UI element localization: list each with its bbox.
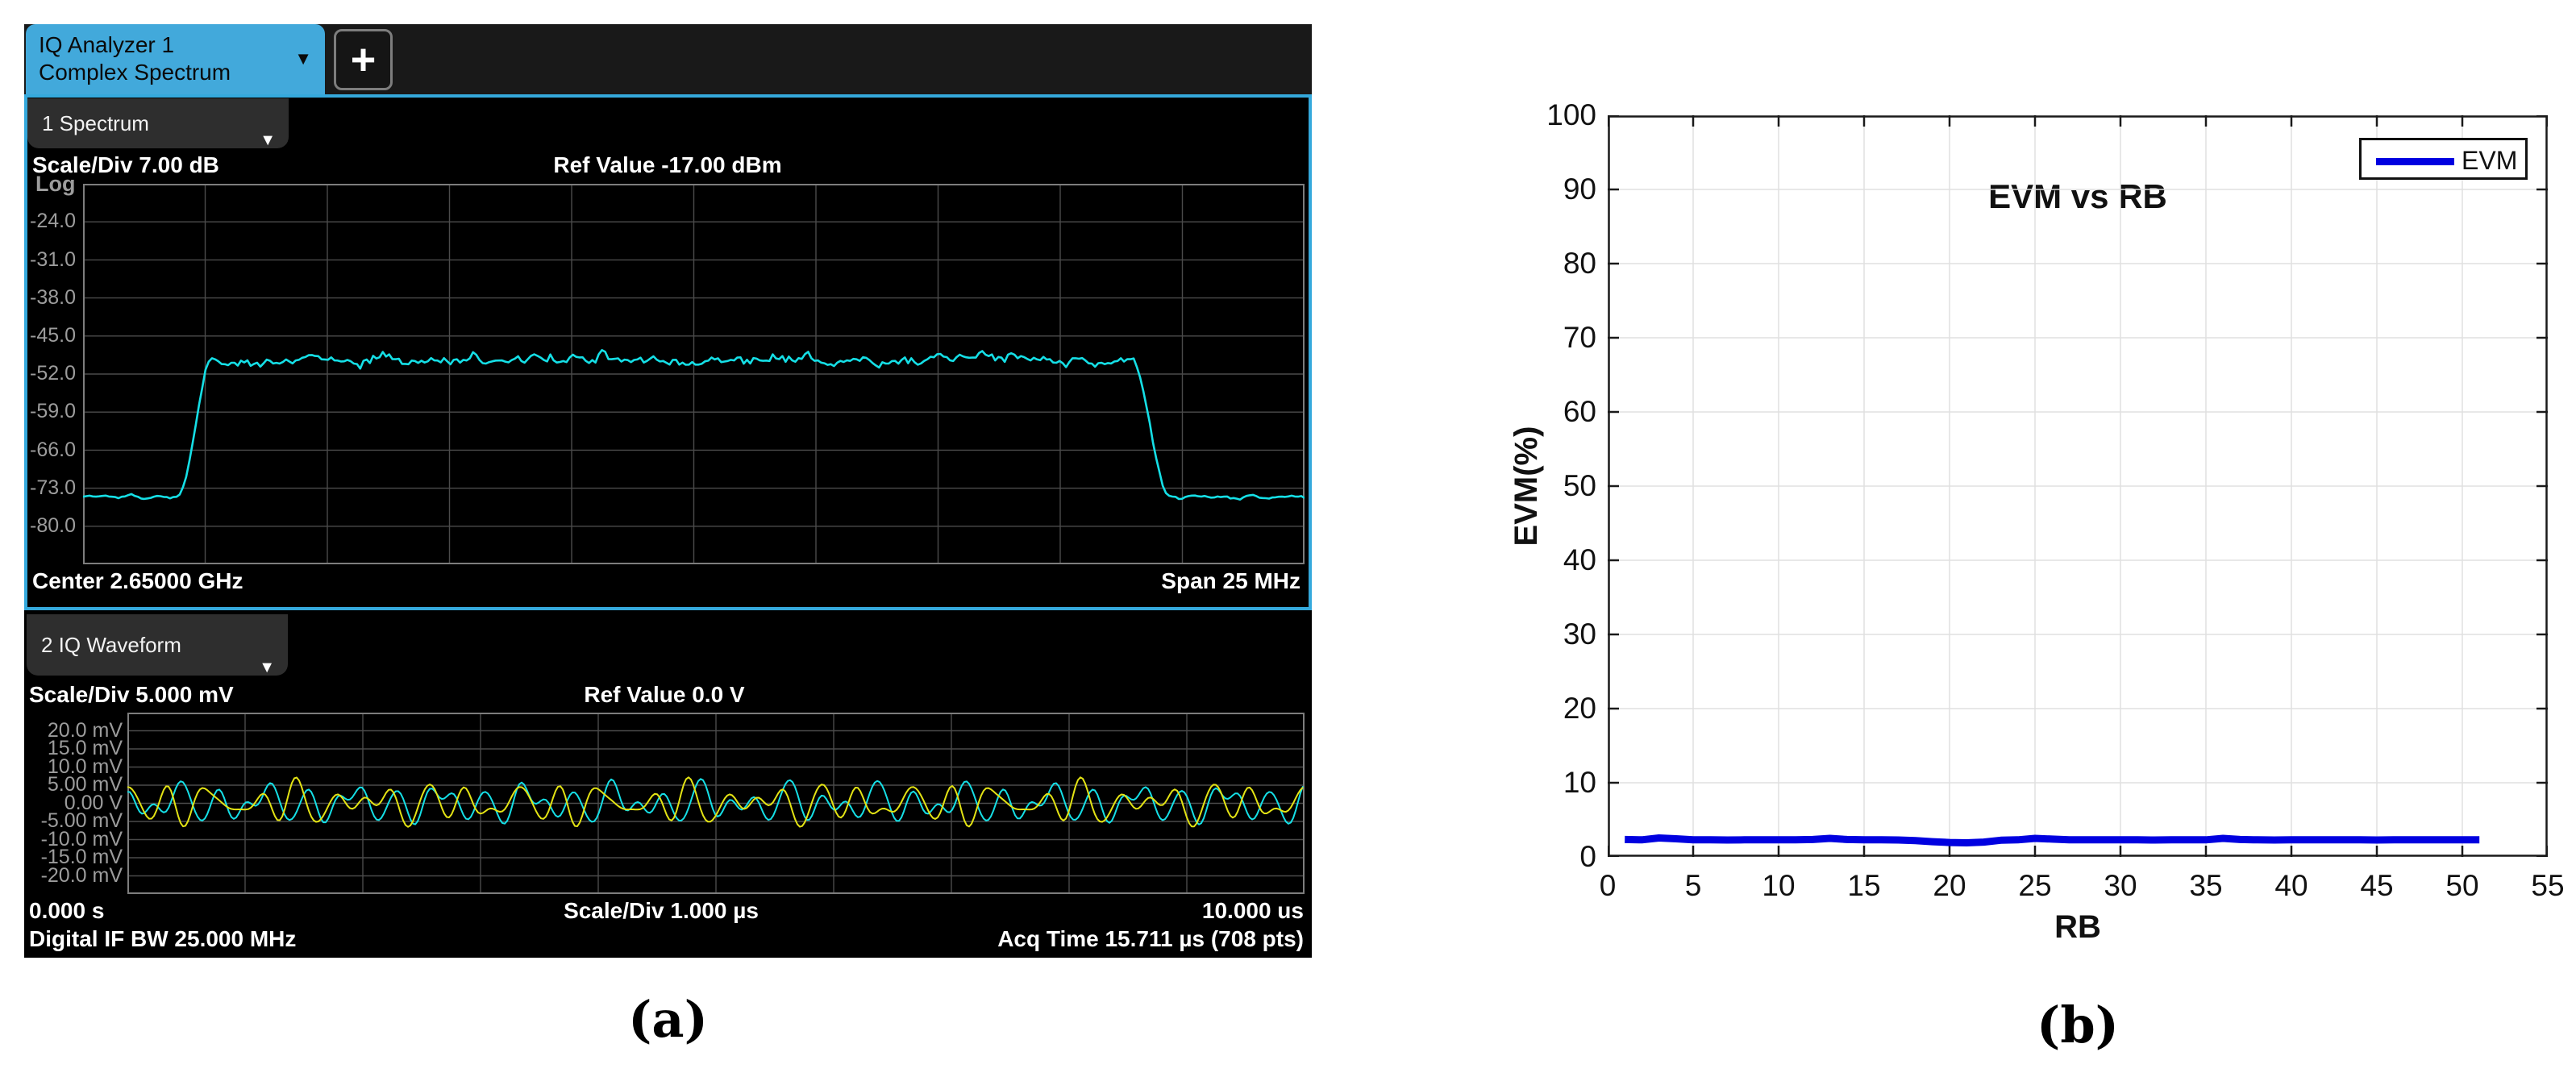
y-axis-tick-label: -80.0	[30, 514, 76, 537]
center-frequency-label: Center 2.65000 GHz	[32, 568, 243, 593]
x-tick-label: 5	[1684, 869, 1702, 902]
y-tick-label: 40	[1563, 543, 1596, 576]
digital-if-bw-label: Digital IF BW 25.000 MHz	[29, 926, 297, 951]
tab-subtitle: Complex Spectrum	[39, 60, 231, 85]
y-axis-tick-label: -38.0	[30, 285, 76, 309]
evm-plot	[1608, 115, 2548, 857]
spectrum-view-selector-label: 1 Spectrum	[42, 111, 149, 135]
legend-label: EVM	[2462, 146, 2518, 175]
x-tick-label: 45	[2360, 869, 2394, 902]
x-tick-label: 20	[1933, 869, 1966, 902]
amplitude-scale-label: Log	[35, 172, 76, 196]
y-tick-label: 30	[1563, 618, 1596, 651]
y-tick-label: 10	[1563, 766, 1596, 799]
legend: EVM	[2359, 138, 2528, 180]
y-tick-label: 70	[1563, 321, 1596, 354]
dropdown-caret-icon: ▼	[260, 131, 276, 149]
y-tick-label: 50	[1563, 469, 1596, 502]
y-axis-tick-label: -31.0	[30, 247, 76, 271]
y-axis-tick-label: -45.0	[30, 324, 76, 347]
legend-line-swatch	[2376, 158, 2454, 165]
y-axis-tick-label: -52.0	[30, 362, 76, 385]
iq-analyzer-screenshot: IQ Analyzer 1 Complex Spectrum ▼ + 1 Spe…	[24, 24, 1312, 958]
y-axis-tick-label: -20.0 mV	[40, 863, 123, 887]
x-tick-label: 35	[2189, 869, 2223, 902]
figure: IQ Analyzer 1 Complex Spectrum ▼ + 1 Spe…	[0, 0, 2576, 1077]
iq-view-selector-label: 2 IQ Waveform	[41, 633, 181, 657]
x-tick-label: 15	[1847, 869, 1881, 902]
time-end-label: 10.000 us	[1201, 898, 1304, 923]
iq-waveform-window: 2 IQ Waveform ▼ Scale/Div 5.000 mV Ref V…	[24, 610, 1312, 958]
y-axis-tick-label: -73.0	[30, 476, 76, 499]
x-tick-label: 40	[2274, 869, 2308, 902]
tab-label: IQ Analyzer 1 Complex Spectrum	[39, 31, 231, 86]
y-tick-label: 90	[1563, 173, 1596, 206]
add-tab-button[interactable]: +	[334, 29, 393, 90]
y-tick-label: 100	[1546, 98, 1596, 131]
x-tick-label: 30	[2104, 869, 2137, 902]
y-tick-label: 80	[1563, 247, 1596, 280]
x-tick-label: 10	[1762, 869, 1796, 902]
y-axis-tick-label: -66.0	[30, 438, 76, 461]
spectrum-ref-value-label: Ref Value -17.00 dBm	[553, 152, 782, 177]
x-tick-label: 50	[2445, 869, 2479, 902]
y-tick-label: 60	[1563, 395, 1596, 428]
y-axis-tick-label: -24.0	[30, 210, 76, 233]
dropdown-caret-icon: ▼	[259, 659, 275, 676]
evm-line	[1625, 834, 2480, 846]
time-start-label: 0.000 s	[29, 898, 105, 923]
tab-title: IQ Analyzer 1	[39, 32, 175, 57]
time-scale-div-label: Scale/Div 1.000 µs	[564, 898, 759, 923]
iq-ref-value-label: Ref Value 0.0 V	[584, 682, 745, 707]
x-tick-label: 25	[2018, 869, 2052, 902]
iq-waveform-plot	[127, 713, 1305, 894]
tab-bar: IQ Analyzer 1 Complex Spectrum ▼ +	[24, 24, 1312, 95]
x-axis-label: RB	[2054, 909, 2101, 945]
iq-scale-div-label: Scale/Div 5.000 mV	[29, 682, 234, 707]
span-label: Span 25 MHz	[1161, 568, 1300, 593]
tab-iq-analyzer-1[interactable]: IQ Analyzer 1 Complex Spectrum ▼	[26, 24, 325, 95]
caption-b: (b)	[2036, 996, 2120, 1054]
caption-a: (a)	[628, 990, 708, 1049]
spectrum-window: 1 Spectrum ▼ Scale/Div 7.00 dB Ref Value…	[24, 94, 1312, 610]
spectrum-view-selector[interactable]: 1 Spectrum ▼	[27, 98, 289, 149]
evm-vs-rb-figure: EVM vs RB EVM(%) 100 90 80 70 60 50 40 30 20 10 0 …	[1492, 24, 2576, 1072]
y-tick-label: 20	[1563, 692, 1596, 725]
acq-time-label: Acq Time 15.711 µs (708 pts)	[997, 926, 1304, 951]
iq-view-selector[interactable]: 2 IQ Waveform ▼	[27, 614, 288, 676]
dropdown-caret-icon: ▼	[294, 48, 312, 69]
spectrum-plot	[83, 184, 1305, 564]
x-tick-label: 0	[1599, 869, 1617, 902]
y-axis-tick-label: -59.0	[30, 400, 76, 423]
x-tick-label: 55	[2531, 869, 2565, 902]
